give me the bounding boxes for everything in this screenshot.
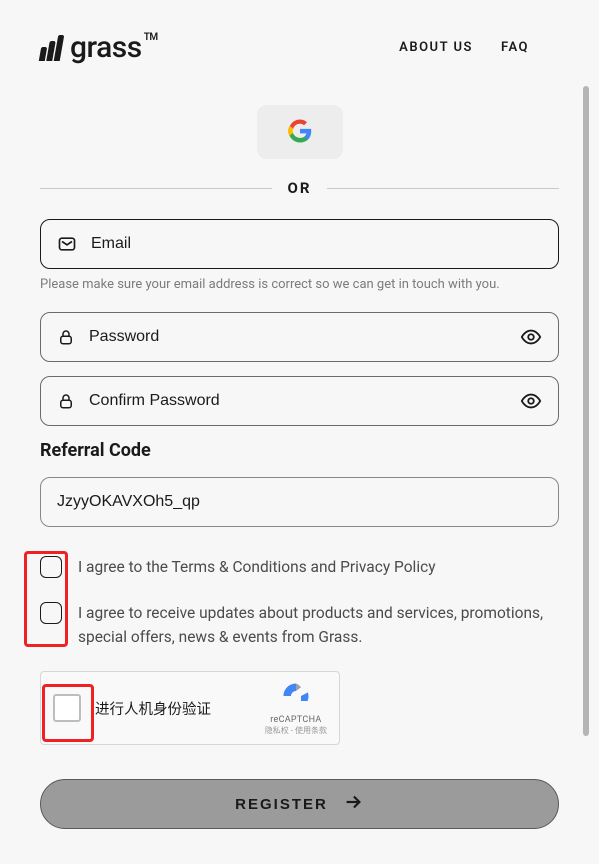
eye-icon[interactable] (520, 326, 542, 348)
logo-mark-icon (40, 35, 62, 61)
lock-icon (57, 392, 75, 410)
nav: ABOUT US FAQ (399, 40, 529, 55)
oauth-row (40, 105, 559, 159)
mail-icon (57, 234, 77, 254)
password-input[interactable] (89, 328, 506, 346)
marketing-text: I agree to receive updates about product… (78, 601, 559, 649)
divider-line (40, 188, 272, 189)
google-icon (288, 119, 312, 146)
arrow-right-icon (342, 791, 364, 817)
email-input[interactable] (91, 235, 542, 253)
marketing-checkbox[interactable] (40, 602, 62, 624)
confirm-password-field-wrap[interactable] (40, 376, 559, 426)
eye-icon[interactable] (520, 390, 542, 412)
logo-text: grass TM (70, 30, 142, 65)
top-bar: grass TM ABOUT US FAQ (0, 0, 599, 75)
divider-line (327, 188, 559, 189)
recaptcha-brand: reCAPTCHA 隐私权 - 使用条款 (265, 681, 327, 736)
email-helper: Please make sure your email address is c… (40, 277, 559, 292)
referral-field-wrap[interactable] (40, 477, 559, 527)
recaptcha-icon (281, 681, 311, 715)
logo[interactable]: grass TM (40, 30, 142, 65)
recaptcha-text: 进行人机身份验证 (95, 698, 251, 719)
nav-about[interactable]: ABOUT US (399, 40, 473, 55)
password-field-wrap[interactable] (40, 312, 559, 362)
scrollbar-thumb[interactable] (583, 86, 589, 736)
form-area: OR Please make sure your email address i… (0, 75, 599, 829)
recaptcha-brand-label: reCAPTCHA (270, 715, 321, 725)
referral-label: Referral Code (40, 440, 559, 461)
referral-input[interactable] (57, 493, 542, 511)
brand-tm: TM (144, 32, 158, 43)
lock-icon (57, 328, 75, 346)
google-signin-button[interactable] (257, 105, 343, 159)
terms-text: I agree to the Terms & Conditions and Pr… (78, 555, 436, 579)
nav-faq[interactable]: FAQ (501, 40, 529, 55)
recaptcha-widget: 进行人机身份验证 reCAPTCHA 隐私权 - 使用条款 (40, 671, 340, 745)
register-button[interactable]: REGISTER (40, 779, 559, 829)
recaptcha-terms[interactable]: 隐私权 - 使用条款 (265, 725, 327, 736)
confirm-password-input[interactable] (89, 392, 506, 410)
terms-checkbox[interactable] (40, 556, 62, 578)
brand-name: grass (70, 30, 142, 65)
recaptcha-checkbox[interactable] (53, 694, 81, 722)
email-field-wrap[interactable] (40, 219, 559, 269)
register-label: REGISTER (235, 796, 328, 813)
marketing-row: I agree to receive updates about product… (40, 601, 559, 649)
terms-row: I agree to the Terms & Conditions and Pr… (40, 555, 559, 579)
or-divider: OR (40, 179, 559, 197)
or-label: OR (288, 179, 312, 197)
